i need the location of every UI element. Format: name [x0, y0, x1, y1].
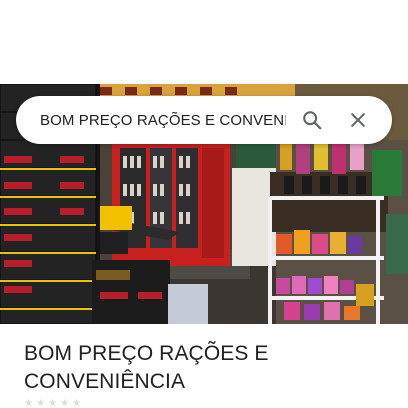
star-icon: ★ [60, 398, 69, 408]
star-icon: ★ [72, 398, 81, 408]
search-icon [303, 111, 322, 130]
place-panel: BOM PREÇO RAÇÕES E CONVENIÊNCIA BOM PREÇ… [0, 0, 408, 408]
search-bar[interactable]: BOM PREÇO RAÇÕES E CONVENIÊNCIA [16, 96, 392, 144]
close-button[interactable] [338, 100, 378, 140]
star-icon: ★ [48, 398, 57, 408]
search-input[interactable]: BOM PREÇO RAÇÕES E CONVENIÊNCIA [40, 112, 286, 129]
rating-stars: ★ ★ ★ ★ ★ [24, 398, 81, 408]
star-icon: ★ [24, 398, 33, 408]
place-title: BOM PREÇO RAÇÕES E CONVENIÊNCIA [24, 342, 269, 393]
star-icon: ★ [36, 398, 45, 408]
close-icon [351, 113, 365, 127]
search-button[interactable] [292, 100, 332, 140]
